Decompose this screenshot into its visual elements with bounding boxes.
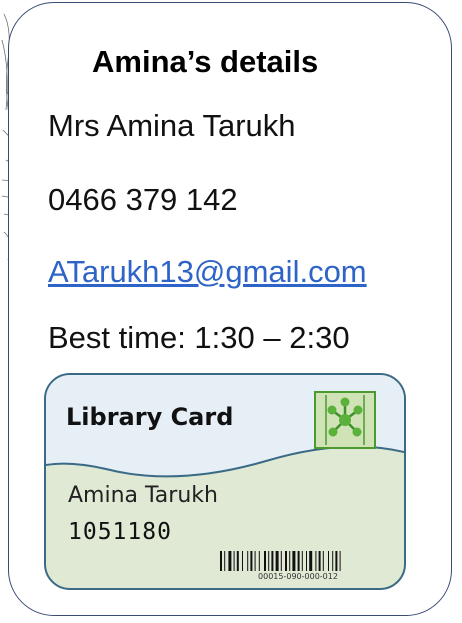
- library-card-holder-name: Amina Tarukh: [68, 483, 218, 508]
- library-card-title: Library Card: [66, 403, 234, 431]
- details-heading: Amina’s details: [92, 44, 319, 79]
- contact-name: Mrs Amina Tarukh: [48, 108, 296, 143]
- library-card: Library Card Amina Tarukh 1051180 00015-…: [44, 373, 406, 590]
- barcode-number: 00015-090-000-012: [258, 572, 338, 581]
- barcode-icon: [220, 551, 341, 571]
- contact-email-link[interactable]: ATarukh13@gmail.com: [48, 254, 367, 290]
- contact-best-time: Best time: 1:30 – 2:30: [48, 320, 350, 355]
- network-logo-icon: [314, 391, 376, 449]
- library-card-number: 1051180: [68, 519, 172, 545]
- contact-phone: 0466 379 142: [48, 182, 238, 217]
